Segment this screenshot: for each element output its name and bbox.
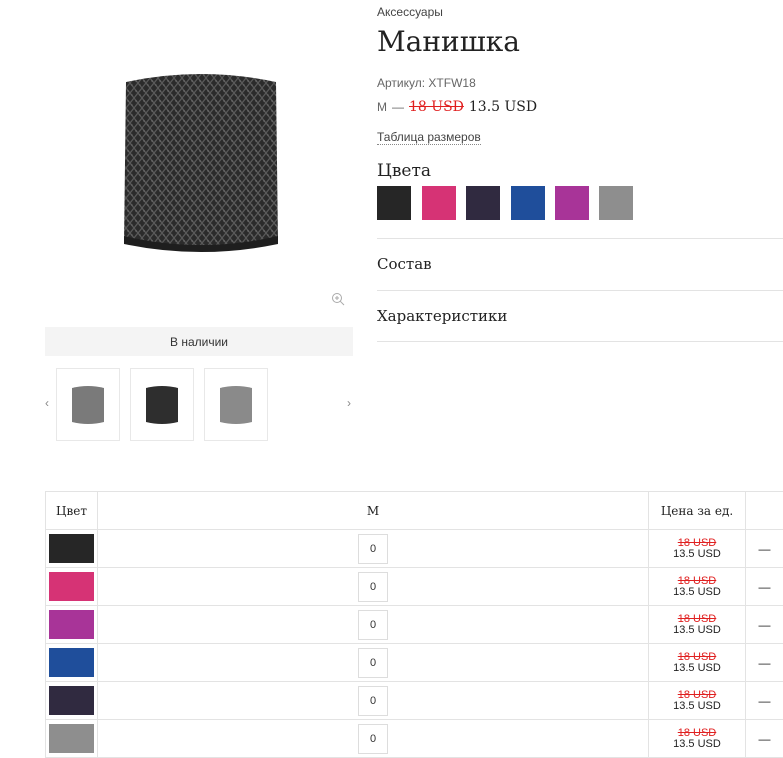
price-line: M — 18 USD 13.5 USD — [377, 99, 537, 115]
breadcrumb[interactable]: Аксессуары — [377, 5, 443, 19]
row-price-cell: 18 USD13.5 USD — [649, 720, 746, 758]
table-row: 0 18 USD13.5 USD— — [46, 644, 783, 682]
table-row: 0 18 USD13.5 USD— — [46, 720, 783, 758]
old-price: 18 USD — [409, 99, 464, 115]
gallery-prev-arrow[interactable]: ‹ — [45, 396, 49, 410]
quantity-input[interactable]: 0 — [358, 534, 388, 564]
row-color-cell — [46, 720, 98, 758]
quantity-input[interactable]: 0 — [358, 648, 388, 678]
gallery-thumbnail-3[interactable] — [204, 368, 268, 441]
gallery-next-arrow[interactable]: › — [347, 396, 351, 410]
colors-heading: Цвета — [377, 161, 431, 181]
row-old-price: 18 USD — [649, 576, 745, 587]
table-row: 0 18 USD13.5 USD— — [46, 682, 783, 720]
row-qty-cell: 0 — [98, 720, 649, 758]
gallery-thumbnail-2[interactable] — [130, 368, 194, 441]
row-qty-cell: 0 — [98, 530, 649, 568]
row-total-cell: — — [746, 682, 783, 720]
row-new-price: 13.5 USD — [649, 587, 745, 598]
accordion-specifications[interactable]: Характеристики — [377, 290, 783, 342]
table-header-total — [746, 492, 783, 530]
row-color-swatch — [49, 572, 94, 601]
page-title: Манишка — [377, 25, 520, 58]
table-row: 0 18 USD13.5 USD— — [46, 530, 783, 568]
row-color-cell — [46, 530, 98, 568]
row-new-price: 13.5 USD — [649, 663, 745, 674]
zoom-icon[interactable] — [331, 292, 345, 306]
gallery-thumbnail-1[interactable] — [56, 368, 120, 441]
color-swatch-6[interactable] — [599, 186, 633, 220]
row-new-price: 13.5 USD — [649, 625, 745, 636]
table-row: 0 18 USD13.5 USD— — [46, 606, 783, 644]
row-color-cell — [46, 644, 98, 682]
row-color-cell — [46, 568, 98, 606]
row-color-swatch — [49, 610, 94, 639]
size-label: M — [377, 100, 387, 114]
row-old-price: 18 USD — [649, 614, 745, 625]
row-price-cell: 18 USD13.5 USD — [649, 644, 746, 682]
color-swatch-1[interactable] — [377, 186, 411, 220]
thumbnail-image — [70, 385, 106, 425]
row-color-swatch — [49, 686, 94, 715]
color-swatch-5[interactable] — [555, 186, 589, 220]
thumbnail-image — [218, 385, 254, 425]
row-old-price: 18 USD — [649, 652, 745, 663]
quantity-input[interactable]: 0 — [358, 724, 388, 754]
table-header-unit-price: Цена за ед. — [649, 492, 746, 530]
quantity-input[interactable]: 0 — [358, 686, 388, 716]
row-old-price: 18 USD — [649, 690, 745, 701]
color-swatch-2[interactable] — [422, 186, 456, 220]
thumbnail-image — [144, 385, 180, 425]
accordion-composition[interactable]: Состав — [377, 238, 783, 289]
product-sku: Артикул: XTFW18 — [377, 76, 476, 90]
table-header-size: M — [98, 492, 649, 530]
row-total-cell: — — [746, 606, 783, 644]
row-old-price: 18 USD — [649, 728, 745, 739]
stock-status: В наличии — [45, 327, 353, 356]
new-price: 13.5 USD — [469, 99, 537, 115]
table-row: 0 18 USD13.5 USD— — [46, 568, 783, 606]
quantity-input[interactable]: 0 — [358, 572, 388, 602]
color-swatch-3[interactable] — [466, 186, 500, 220]
size-table-link[interactable]: Таблица размеров — [377, 130, 481, 145]
row-color-swatch — [49, 534, 94, 563]
row-color-cell — [46, 682, 98, 720]
row-color-swatch — [49, 648, 94, 677]
row-color-cell — [46, 606, 98, 644]
row-qty-cell: 0 — [98, 644, 649, 682]
product-main-image[interactable] — [118, 68, 284, 258]
table-header-color: Цвет — [46, 492, 98, 530]
row-price-cell: 18 USD13.5 USD — [649, 568, 746, 606]
order-table: Цвет M Цена за ед. 018 USD13.5 USD—018 U… — [45, 491, 783, 758]
row-qty-cell: 0 — [98, 568, 649, 606]
row-total-cell: — — [746, 644, 783, 682]
row-total-cell: — — [746, 568, 783, 606]
row-price-cell: 18 USD13.5 USD — [649, 682, 746, 720]
color-swatch-4[interactable] — [511, 186, 545, 220]
row-old-price: 18 USD — [649, 538, 745, 549]
row-price-cell: 18 USD13.5 USD — [649, 606, 746, 644]
row-qty-cell: 0 — [98, 682, 649, 720]
quantity-input[interactable]: 0 — [358, 610, 388, 640]
price-dash: — — [392, 100, 404, 114]
row-total-cell: — — [746, 530, 783, 568]
row-new-price: 13.5 USD — [649, 549, 745, 560]
row-qty-cell: 0 — [98, 606, 649, 644]
row-new-price: 13.5 USD — [649, 701, 745, 712]
row-color-swatch — [49, 724, 94, 753]
row-new-price: 13.5 USD — [649, 739, 745, 750]
row-total-cell: — — [746, 720, 783, 758]
row-price-cell: 18 USD13.5 USD — [649, 530, 746, 568]
